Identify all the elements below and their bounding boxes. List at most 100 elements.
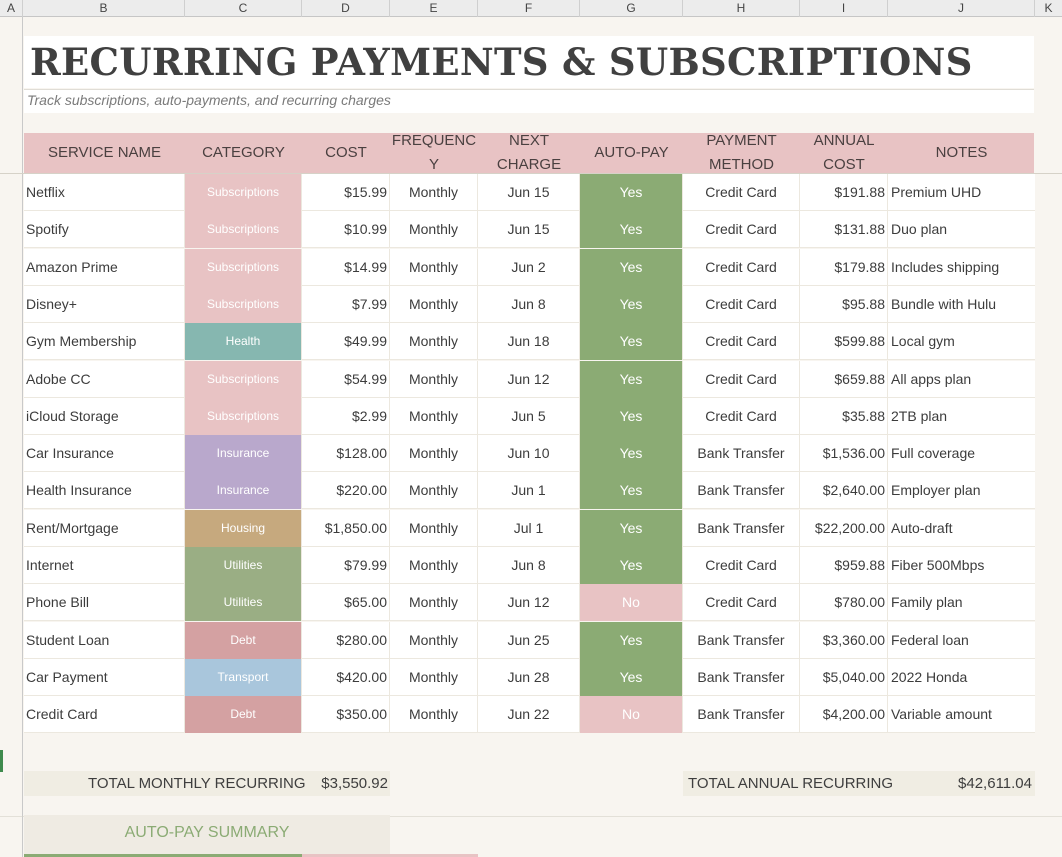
cell-payment-method[interactable]: Bank Transfer — [683, 658, 800, 696]
cell-annual-cost[interactable]: $4,200.00 — [800, 696, 888, 734]
column-header-k[interactable]: K — [1035, 0, 1062, 17]
cell-frequency[interactable]: Monthly — [390, 323, 478, 361]
cell-auto-pay[interactable]: Yes — [580, 174, 683, 211]
cell-service-name[interactable]: Amazon Prime — [24, 248, 185, 286]
cell-cost[interactable]: $15.99 — [302, 174, 390, 211]
total-monthly-value[interactable]: $3,550.92 — [302, 771, 388, 796]
cell-service-name[interactable]: Spotify — [24, 211, 185, 249]
autopay-summary-title[interactable]: AUTO-PAY SUMMARY — [24, 824, 390, 842]
cell-cost[interactable]: $420.00 — [302, 658, 390, 696]
cell-notes[interactable]: Employer plan — [888, 472, 1035, 509]
cell-payment-method[interactable]: Bank Transfer — [683, 472, 800, 510]
cell-category[interactable]: Insurance — [185, 472, 302, 510]
column-header-j[interactable]: J — [888, 0, 1035, 17]
cell-service-name[interactable]: Adobe CC — [24, 360, 185, 398]
cell-frequency[interactable]: Monthly — [390, 658, 478, 696]
cell-payment-method[interactable]: Bank Transfer — [683, 696, 800, 734]
cell-auto-pay[interactable]: Yes — [580, 509, 683, 547]
cell-auto-pay[interactable]: No — [580, 696, 683, 734]
cell-payment-method[interactable]: Credit Card — [683, 323, 800, 361]
cell-notes[interactable]: Local gym — [888, 323, 1035, 360]
cell-payment-method[interactable]: Credit Card — [683, 360, 800, 398]
cell-frequency[interactable]: Monthly — [390, 360, 478, 398]
cell-category[interactable]: Utilities — [185, 584, 302, 622]
cell-annual-cost[interactable]: $2,640.00 — [800, 472, 888, 510]
cell-frequency[interactable]: Monthly — [390, 248, 478, 286]
cell-payment-method[interactable]: Credit Card — [683, 397, 800, 435]
cell-annual-cost[interactable]: $1,536.00 — [800, 435, 888, 473]
total-annual-value[interactable]: $42,611.04 — [888, 771, 1032, 796]
cell-category[interactable]: Insurance — [185, 435, 302, 473]
cell-frequency[interactable]: Monthly — [390, 435, 478, 473]
header-payment-method[interactable]: PAYMENT METHOD — [683, 132, 800, 173]
header-auto-pay[interactable]: AUTO-PAY — [580, 133, 683, 173]
cell-auto-pay[interactable]: Yes — [580, 397, 683, 435]
cell-frequency[interactable]: Monthly — [390, 621, 478, 659]
cell-next-charge[interactable]: Jun 15 — [478, 211, 580, 249]
cell-next-charge[interactable]: Jun 8 — [478, 547, 580, 584]
cell-service-name[interactable]: Credit Card — [24, 696, 185, 734]
cell-auto-pay[interactable]: Yes — [580, 621, 683, 659]
cell-notes[interactable]: Fiber 500Mbps — [888, 547, 1035, 584]
cell-category[interactable]: Subscriptions — [185, 285, 302, 323]
row-gutter[interactable] — [0, 17, 23, 857]
cell-payment-method[interactable]: Credit Card — [683, 285, 800, 323]
cell-notes[interactable]: Federal loan — [888, 622, 1035, 659]
cell-notes[interactable]: Bundle with Hulu — [888, 286, 1035, 323]
column-header-h[interactable]: H — [683, 0, 800, 17]
cell-payment-method[interactable]: Credit Card — [683, 211, 800, 249]
cell-auto-pay[interactable]: Yes — [580, 472, 683, 510]
cell-cost[interactable]: $2.99 — [302, 397, 390, 435]
cell-notes[interactable]: Auto-draft — [888, 510, 1035, 547]
column-header-g[interactable]: G — [580, 0, 683, 17]
cell-notes[interactable]: Family plan — [888, 584, 1035, 621]
cell-auto-pay[interactable]: Yes — [580, 285, 683, 323]
cell-service-name[interactable]: Rent/Mortgage — [24, 509, 185, 547]
cell-auto-pay[interactable]: Yes — [580, 658, 683, 696]
cell-annual-cost[interactable]: $959.88 — [800, 547, 888, 584]
cell-category[interactable]: Utilities — [185, 547, 302, 584]
cell-annual-cost[interactable]: $599.88 — [800, 323, 888, 361]
cell-next-charge[interactable]: Jun 28 — [478, 658, 580, 696]
cell-cost[interactable]: $54.99 — [302, 360, 390, 398]
cell-next-charge[interactable]: Jul 1 — [478, 509, 580, 547]
cell-service-name[interactable]: Car Insurance — [24, 435, 185, 473]
column-header-f[interactable]: F — [478, 0, 580, 17]
cell-next-charge[interactable]: Jun 10 — [478, 435, 580, 473]
cell-payment-method[interactable]: Bank Transfer — [683, 509, 800, 547]
cell-auto-pay[interactable]: Yes — [580, 547, 683, 584]
cell-frequency[interactable]: Monthly — [390, 397, 478, 435]
column-header-c[interactable]: C — [185, 0, 302, 17]
cell-category[interactable]: Subscriptions — [185, 360, 302, 398]
cell-frequency[interactable]: Monthly — [390, 509, 478, 547]
cell-next-charge[interactable]: Jun 22 — [478, 696, 580, 734]
column-header-b[interactable]: B — [23, 0, 185, 17]
cell-notes[interactable]: Duo plan — [888, 211, 1035, 248]
cell-service-name[interactable]: Student Loan — [24, 621, 185, 659]
cell-frequency[interactable]: Monthly — [390, 696, 478, 734]
cell-notes[interactable]: Variable amount — [888, 696, 1035, 733]
cell-payment-method[interactable]: Bank Transfer — [683, 621, 800, 659]
cell-cost[interactable]: $49.99 — [302, 323, 390, 361]
cell-notes[interactable]: Premium UHD — [888, 174, 1035, 211]
cell-cost[interactable]: $350.00 — [302, 696, 390, 734]
cell-auto-pay[interactable]: Yes — [580, 323, 683, 361]
cell-next-charge[interactable]: Jun 2 — [478, 248, 580, 286]
cell-frequency[interactable]: Monthly — [390, 285, 478, 323]
cell-service-name[interactable]: Netflix — [24, 174, 185, 211]
cell-cost[interactable]: $280.00 — [302, 621, 390, 659]
cell-annual-cost[interactable]: $131.88 — [800, 211, 888, 249]
cell-payment-method[interactable]: Bank Transfer — [683, 435, 800, 473]
header-service-name[interactable]: SERVICE NAME — [24, 133, 185, 173]
cell-annual-cost[interactable]: $780.00 — [800, 584, 888, 622]
cell-notes[interactable]: All apps plan — [888, 361, 1035, 398]
cell-annual-cost[interactable]: $5,040.00 — [800, 658, 888, 696]
cell-category[interactable]: Subscriptions — [185, 174, 302, 211]
column-header-i[interactable]: I — [800, 0, 888, 17]
total-monthly-label[interactable]: TOTAL MONTHLY RECURRING — [88, 771, 306, 796]
cell-payment-method[interactable]: Credit Card — [683, 584, 800, 622]
cell-next-charge[interactable]: Jun 25 — [478, 621, 580, 659]
cell-auto-pay[interactable]: Yes — [580, 360, 683, 398]
cell-service-name[interactable]: Disney+ — [24, 285, 185, 323]
cell-annual-cost[interactable]: $22,200.00 — [800, 509, 888, 547]
